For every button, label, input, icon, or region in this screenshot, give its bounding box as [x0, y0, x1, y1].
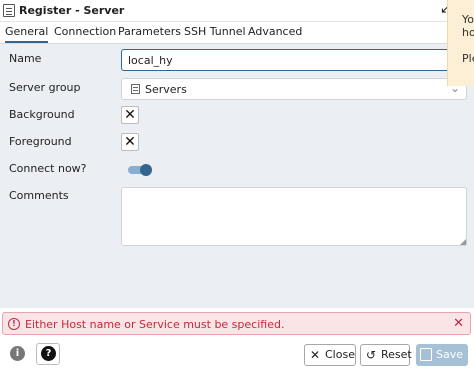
save-icon [420, 348, 432, 361]
error-message-bar: ! Either Host name or Service must be sp… [2, 312, 471, 335]
connect-now-switch[interactable] [128, 164, 153, 176]
reset-button[interactable]: ↺ Reset [360, 344, 412, 366]
error-message: Either Host name or Service must be spec… [25, 318, 285, 331]
general-form: Name Server group Servers ⌄ Background ✕… [0, 44, 474, 308]
name-input[interactable] [121, 49, 451, 71]
connect-now-label: Connect now? [9, 162, 87, 175]
tab-ssh-tunnel[interactable]: SSH Tunnel [184, 25, 246, 41]
save-button[interactable]: Save [416, 344, 468, 366]
notification-line: Yo [462, 13, 474, 26]
background-color-picker[interactable]: ✕ [121, 106, 139, 124]
comments-label: Comments [9, 189, 69, 202]
help-icon: ? [41, 346, 56, 361]
help-button[interactable]: ? [36, 343, 60, 365]
dialog-footer: i ? ✕ Close ↺ Reset Save [0, 338, 474, 374]
save-button-label: Save [436, 348, 464, 361]
name-label: Name [9, 52, 42, 65]
info-button[interactable]: i [10, 346, 25, 361]
dialog-title: Register - Server [19, 4, 125, 17]
notification-toast[interactable]: Yo ho Ple [447, 0, 474, 86]
dialog-titlebar: Register - Server ↙ [0, 0, 474, 22]
reset-button-label: Reset [381, 348, 412, 361]
close-button-label: Close [325, 348, 355, 361]
foreground-label: Foreground [9, 135, 72, 148]
close-icon[interactable]: ✕ [453, 316, 464, 331]
tab-parameters[interactable]: Parameters [118, 25, 181, 41]
server-group-value: Servers [145, 83, 187, 96]
error-icon: ! [8, 318, 20, 330]
close-icon: ✕ [310, 348, 321, 362]
server-icon [3, 4, 15, 17]
server-group-select[interactable]: Servers ⌄ [121, 78, 467, 100]
background-label: Background [9, 108, 75, 121]
reset-icon: ↺ [366, 348, 377, 362]
server-group-label: Server group [9, 81, 81, 94]
server-group-icon [131, 84, 140, 94]
notification-line: ho [462, 26, 474, 39]
switch-knob [140, 164, 152, 176]
tab-connection[interactable]: Connection [54, 25, 116, 41]
tab-advanced[interactable]: Advanced [248, 25, 302, 41]
tab-bar: General Connection Parameters SSH Tunnel… [0, 22, 474, 44]
notification-line: Ple [462, 52, 474, 65]
close-button[interactable]: ✕ Close [304, 344, 356, 366]
resize-grip-icon[interactable]: ◢ [460, 237, 472, 307]
comments-textarea[interactable] [121, 187, 467, 246]
tab-general[interactable]: General [5, 25, 49, 43]
foreground-color-picker[interactable]: ✕ [121, 133, 139, 151]
